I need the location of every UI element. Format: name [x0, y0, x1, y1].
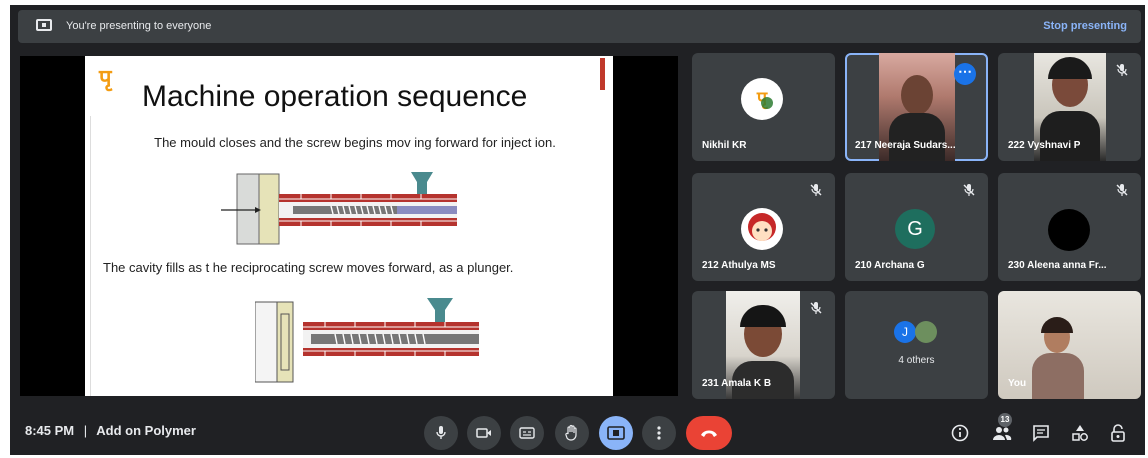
- meeting-title[interactable]: Add on Polymer: [96, 423, 196, 438]
- meeting-details-button[interactable]: [948, 421, 972, 445]
- meeting-separator: |: [83, 423, 88, 438]
- participant-name: 212 Athulya MS: [702, 260, 776, 271]
- injection-diagram-1: [221, 172, 457, 245]
- raise-hand-icon: [565, 424, 577, 441]
- captions-button[interactable]: [510, 416, 544, 450]
- more-options-button[interactable]: [642, 416, 676, 450]
- info-icon: [951, 424, 969, 442]
- participant-tile[interactable]: G 210 Archana G: [845, 173, 988, 281]
- others-count: 4 others: [898, 355, 935, 366]
- participant-tile[interactable]: 230 Aleena anna Fr...: [998, 173, 1141, 281]
- letter-avatar: J: [894, 321, 916, 343]
- mic-off-icon: [810, 184, 822, 196]
- mic-off-icon: [963, 184, 975, 196]
- host-controls-icon: [1111, 424, 1125, 442]
- letter-avatar: G: [895, 209, 935, 249]
- participant-name: 230 Aleena anna Fr...: [1008, 260, 1107, 271]
- others-tile[interactable]: J 4 others: [845, 291, 988, 399]
- slide-logo: पृ: [99, 65, 111, 90]
- participant-name: 210 Archana G: [855, 260, 925, 271]
- end-call-icon: [701, 430, 717, 437]
- more-options-icon[interactable]: ⋯: [954, 63, 976, 85]
- meeting-time: 8:45 PM: [25, 423, 75, 438]
- activities-button[interactable]: [1068, 421, 1092, 445]
- participant-name: 231 Amala K B: [702, 378, 772, 389]
- participant-tile[interactable]: 212 Athulya MS: [692, 173, 835, 281]
- presenting-banner: You're presenting to everyone Stop prese…: [18, 10, 1141, 43]
- chat-icon: [1033, 425, 1049, 442]
- raise-hand-button[interactable]: [555, 416, 589, 450]
- slide-accent-bar: [600, 58, 605, 90]
- logo-avatar: पृ: [741, 78, 783, 120]
- host-controls-button[interactable]: [1106, 421, 1130, 445]
- present-screen-icon: [36, 19, 52, 31]
- profile-avatar: [915, 321, 937, 343]
- participant-tile-active[interactable]: ⋯ 217 Neeraja Sudars...: [845, 53, 988, 161]
- captions-icon: [519, 427, 535, 439]
- people-button[interactable]: 13: [990, 413, 1014, 445]
- stop-presenting-button[interactable]: Stop presenting: [1043, 20, 1127, 32]
- slide-text-1: The mould closes and the screw begins mo…: [154, 135, 556, 150]
- slide-text-2: The cavity fills as t he reciprocating s…: [103, 260, 514, 275]
- mic-off-icon: [1116, 64, 1128, 76]
- profile-avatar: [1048, 209, 1090, 251]
- slide-title: Machine operation sequence: [142, 80, 528, 113]
- more-options-icon: [657, 426, 661, 440]
- slide-divider: [90, 116, 91, 396]
- presentation-area: पृ Machine operation sequence The mould …: [20, 56, 678, 396]
- profile-avatar: [741, 208, 783, 250]
- end-call-button[interactable]: [686, 416, 732, 450]
- present-now-icon: [607, 426, 625, 440]
- self-tile[interactable]: You: [998, 291, 1141, 399]
- participant-count-badge: 13: [998, 413, 1012, 427]
- mic-off-icon: [1116, 184, 1128, 196]
- camera-icon: [476, 428, 491, 438]
- presentation-slide: पृ Machine operation sequence The mould …: [85, 56, 613, 396]
- activities-icon: [1072, 425, 1088, 441]
- participant-tile[interactable]: 222 Vyshnavi P: [998, 53, 1141, 161]
- participant-name: You: [1008, 378, 1027, 389]
- participant-name: 222 Vyshnavi P: [1008, 140, 1081, 151]
- presenting-status-text: You're presenting to everyone: [66, 20, 212, 32]
- camera-button[interactable]: [467, 416, 501, 450]
- participant-name: Nikhil KR: [702, 140, 747, 151]
- mic-icon: [436, 426, 446, 439]
- participant-tile[interactable]: पृ Nikhil KR: [692, 53, 835, 161]
- participant-name: 217 Neeraja Sudars...: [855, 140, 956, 151]
- chat-button[interactable]: [1029, 421, 1053, 445]
- participant-tile[interactable]: 231 Amala K B: [692, 291, 835, 399]
- mic-off-icon: [810, 302, 822, 314]
- mic-button[interactable]: [424, 416, 458, 450]
- meeting-info: 8:45 PM | Add on Polymer: [25, 423, 196, 438]
- people-icon: [993, 427, 1012, 440]
- meet-window: You're presenting to everyone Stop prese…: [10, 5, 1145, 455]
- injection-diagram-2: [255, 298, 479, 383]
- present-now-button[interactable]: [599, 416, 633, 450]
